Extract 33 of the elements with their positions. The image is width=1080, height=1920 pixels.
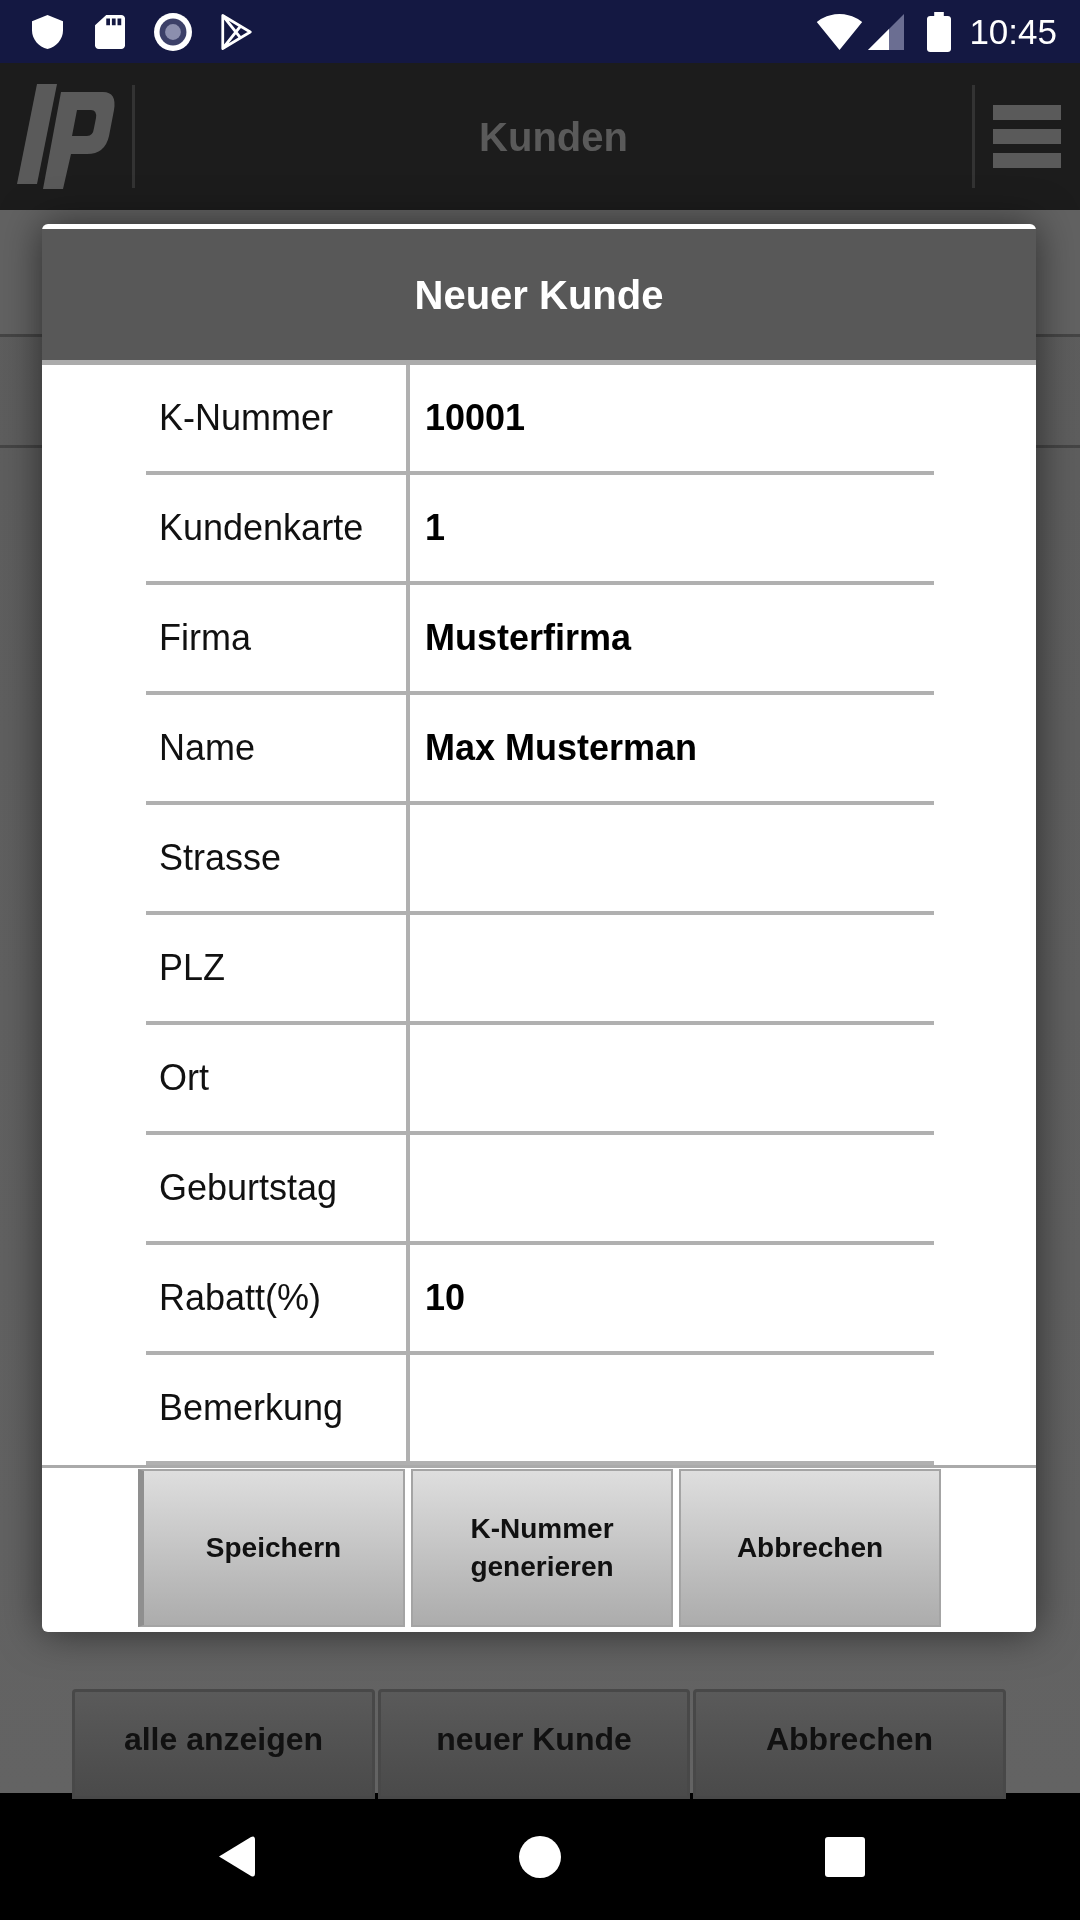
- sd-card-icon: [95, 14, 125, 49]
- signal-icon: [868, 13, 905, 50]
- cancel-button[interactable]: Abbrechen: [679, 1469, 941, 1627]
- generate-number-button[interactable]: K-Nummer generieren: [411, 1469, 673, 1627]
- field-label: K-Nummer: [159, 396, 333, 440]
- screen-title: Kunden: [479, 113, 628, 161]
- dialog-title: Neuer Kunde: [414, 271, 664, 319]
- battery-icon: [927, 11, 952, 52]
- menu-icon[interactable]: [993, 105, 1061, 168]
- input-field[interactable]: 10001: [406, 365, 934, 471]
- field-label: Geburtstag: [159, 1166, 338, 1210]
- field-label: Rabatt(%): [159, 1276, 322, 1320]
- field-label: Firma: [159, 616, 251, 660]
- input-field[interactable]: Max Musterman: [406, 695, 934, 801]
- field-label: PLZ: [159, 946, 226, 990]
- input-field[interactable]: Musterfirma: [406, 585, 934, 691]
- field-label: Ort: [159, 1056, 209, 1100]
- back-icon[interactable]: [217, 1835, 255, 1878]
- wifi-icon: [816, 13, 864, 50]
- logo-icon: [17, 84, 117, 189]
- field-label: Name: [159, 726, 256, 770]
- recent-apps-icon[interactable]: [825, 1836, 865, 1877]
- circle-dot-icon: [154, 12, 192, 51]
- home-icon[interactable]: [519, 1835, 561, 1878]
- field-label: Kundenkarte: [159, 506, 364, 550]
- input-field[interactable]: 10: [406, 1245, 934, 1351]
- input-field[interactable]: 1: [406, 475, 934, 581]
- save-button[interactable]: Speichern: [138, 1469, 405, 1627]
- field-label: Strasse: [159, 836, 282, 880]
- shield-icon: [32, 14, 63, 49]
- field-label: Bemerkung: [159, 1386, 344, 1430]
- clock-time: 10:45: [969, 14, 1057, 49]
- play-icon: [220, 13, 253, 50]
